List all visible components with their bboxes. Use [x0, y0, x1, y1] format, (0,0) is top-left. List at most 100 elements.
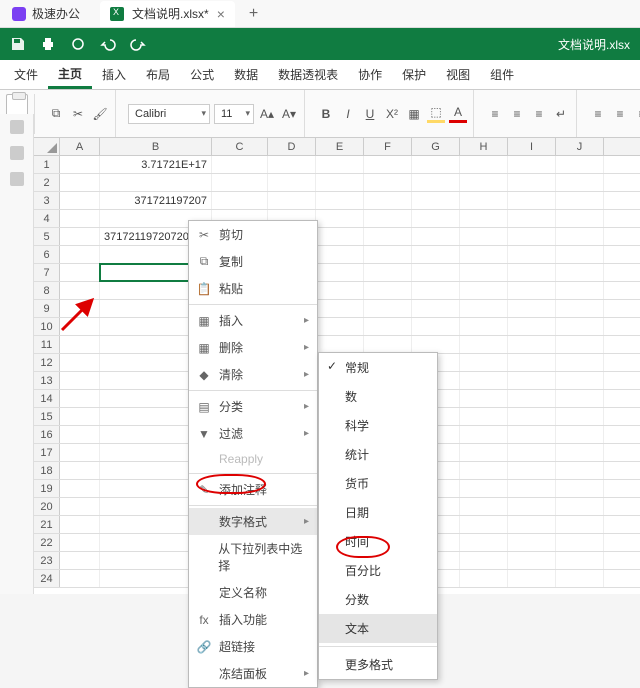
cell-E5[interactable] — [316, 228, 364, 245]
cell-F3[interactable] — [364, 192, 412, 209]
cell-B1[interactable]: 3.71721E+17 — [100, 156, 212, 173]
ctx-定义名称[interactable]: 定义名称 — [189, 579, 317, 606]
cell-G4[interactable] — [412, 210, 460, 227]
cell-I3[interactable] — [508, 192, 556, 209]
cell-H17[interactable] — [460, 444, 508, 461]
col-header-J[interactable]: J — [556, 138, 604, 155]
cell-H9[interactable] — [460, 300, 508, 317]
ctx-从下拉列表中选择[interactable]: 从下拉列表中选择 — [189, 535, 317, 579]
quick-icon-3[interactable] — [70, 36, 86, 52]
align-top-icon[interactable]: ≡ — [486, 105, 504, 123]
align-center-icon[interactable]: ≡ — [611, 105, 629, 123]
row-header-19[interactable]: 19 — [34, 480, 60, 497]
cell-J17[interactable] — [556, 444, 604, 461]
font-size-select[interactable]: 11 — [214, 104, 254, 124]
cell-J21[interactable] — [556, 516, 604, 533]
cell-H2[interactable] — [460, 174, 508, 191]
cell-F1[interactable] — [364, 156, 412, 173]
cell-D3[interactable] — [268, 192, 316, 209]
cell-C1[interactable] — [212, 156, 268, 173]
cell-A3[interactable] — [60, 192, 100, 209]
cell-B3[interactable]: 371721197207 — [100, 192, 212, 209]
ctx-添加注释[interactable]: ✎添加注释 — [189, 476, 317, 503]
row-header-20[interactable]: 20 — [34, 498, 60, 515]
cell-I22[interactable] — [508, 534, 556, 551]
row-header-18[interactable]: 18 — [34, 462, 60, 479]
cell-J22[interactable] — [556, 534, 604, 551]
sidebar-icon-1[interactable] — [10, 120, 24, 134]
cell-G11[interactable] — [412, 336, 460, 353]
cell-G8[interactable] — [412, 282, 460, 299]
close-icon[interactable]: × — [217, 7, 225, 21]
fill-color-icon[interactable]: ⬚ — [427, 105, 445, 123]
cell-J4[interactable] — [556, 210, 604, 227]
ctx-分类[interactable]: ▤分类▸ — [189, 393, 317, 420]
col-header-H[interactable]: H — [460, 138, 508, 155]
cell-J12[interactable] — [556, 354, 604, 371]
cell-I21[interactable] — [508, 516, 556, 533]
ctx-清除[interactable]: ◆清除▸ — [189, 361, 317, 388]
row-header-2[interactable]: 2 — [34, 174, 60, 191]
cell-H8[interactable] — [460, 282, 508, 299]
menu-协作[interactable]: 协作 — [348, 60, 392, 89]
col-header-I[interactable]: I — [508, 138, 556, 155]
row-header-3[interactable]: 3 — [34, 192, 60, 209]
align-left-icon[interactable]: ≡ — [589, 105, 607, 123]
cell-A11[interactable] — [60, 336, 100, 353]
cell-B2[interactable] — [100, 174, 212, 191]
col-header-C[interactable]: C — [212, 138, 268, 155]
col-header-A[interactable]: A — [60, 138, 100, 155]
format-painter-icon[interactable]: 🖌 — [91, 105, 109, 123]
cell-I7[interactable] — [508, 264, 556, 281]
cell-I13[interactable] — [508, 372, 556, 389]
ctx-删除[interactable]: ▦删除▸ — [189, 334, 317, 361]
cell-I18[interactable] — [508, 462, 556, 479]
cell-A4[interactable] — [60, 210, 100, 227]
col-header-B[interactable]: B — [100, 138, 212, 155]
numfmt-百分比[interactable]: 百分比 — [319, 556, 437, 585]
menu-数据透视表[interactable]: 数据透视表 — [268, 60, 348, 89]
number-format-submenu[interactable]: 常规数科学统计货币日期时间百分比分数文本更多格式 — [318, 352, 438, 680]
cell-H7[interactable] — [460, 264, 508, 281]
align-bottom-icon[interactable]: ≡ — [530, 105, 548, 123]
cell-A12[interactable] — [60, 354, 100, 371]
numfmt-分数[interactable]: 分数 — [319, 585, 437, 614]
ctx-过滤[interactable]: ▼过滤▸ — [189, 420, 317, 447]
numfmt-常规[interactable]: 常规 — [319, 353, 437, 382]
cell-A6[interactable] — [60, 246, 100, 263]
cell-I20[interactable] — [508, 498, 556, 515]
row-header-15[interactable]: 15 — [34, 408, 60, 425]
col-header-E[interactable]: E — [316, 138, 364, 155]
cell-J5[interactable] — [556, 228, 604, 245]
ctx-插入[interactable]: ▦插入▸ — [189, 307, 317, 334]
cell-J20[interactable] — [556, 498, 604, 515]
cell-J19[interactable] — [556, 480, 604, 497]
cell-F8[interactable] — [364, 282, 412, 299]
cell-F6[interactable] — [364, 246, 412, 263]
row-header-7[interactable]: 7 — [34, 264, 60, 281]
cell-G7[interactable] — [412, 264, 460, 281]
cell-A18[interactable] — [60, 462, 100, 479]
numfmt-more[interactable]: 更多格式 — [319, 650, 437, 679]
cell-A14[interactable] — [60, 390, 100, 407]
cell-A7[interactable] — [60, 264, 100, 281]
cell-I10[interactable] — [508, 318, 556, 335]
cell-J24[interactable] — [556, 570, 604, 587]
row-header-4[interactable]: 4 — [34, 210, 60, 227]
cell-C2[interactable] — [212, 174, 268, 191]
cell-G5[interactable] — [412, 228, 460, 245]
row-header-21[interactable]: 21 — [34, 516, 60, 533]
cell-A19[interactable] — [60, 480, 100, 497]
numfmt-统计[interactable]: 统计 — [319, 440, 437, 469]
cell-I24[interactable] — [508, 570, 556, 587]
row-header-17[interactable]: 17 — [34, 444, 60, 461]
sidebar-icon-3[interactable] — [10, 172, 24, 186]
cell-J10[interactable] — [556, 318, 604, 335]
cell-F7[interactable] — [364, 264, 412, 281]
context-menu[interactable]: ✂剪切⧉复制📋粘贴▦插入▸▦删除▸◆清除▸▤分类▸▼过滤▸Reapply✎添加注… — [188, 220, 318, 688]
cell-A15[interactable] — [60, 408, 100, 425]
ctx-冻结面板[interactable]: 冻结面板▸ — [189, 660, 317, 687]
cell-H11[interactable] — [460, 336, 508, 353]
menu-视图[interactable]: 视图 — [436, 60, 480, 89]
cell-G3[interactable] — [412, 192, 460, 209]
